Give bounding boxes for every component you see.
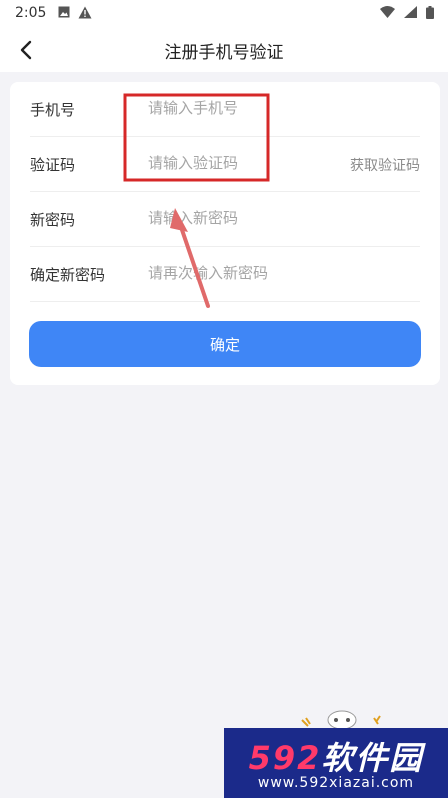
- watermark-url: www.592xiazai.com: [257, 775, 415, 791]
- mascot-icon: [301, 710, 381, 730]
- get-code-button[interactable]: 获取验证码: [350, 155, 420, 175]
- battery-icon: [426, 6, 434, 19]
- status-icons-left: [58, 6, 92, 19]
- code-input[interactable]: [148, 149, 328, 177]
- confirm-password-input[interactable]: [148, 259, 328, 287]
- photo-icon: [58, 6, 70, 18]
- code-label: 验证码: [30, 156, 76, 174]
- nav-bar: 注册手机号验证: [0, 28, 448, 72]
- wifi-icon: [380, 6, 395, 18]
- watermark-logo: 592软件园 www.592xiazai.com: [224, 728, 448, 798]
- new-password-input[interactable]: [148, 204, 328, 232]
- code-row: 验证码 获取验证码: [30, 137, 420, 192]
- status-icons-right: [380, 6, 434, 19]
- watermark-brand-number: 592: [248, 739, 322, 777]
- form-card: 手机号 验证码 获取验证码 新密码 确定新密码 确定: [10, 82, 440, 385]
- watermark-brand: 592软件园: [224, 733, 448, 779]
- warning-icon: [78, 6, 92, 19]
- phone-input[interactable]: [148, 94, 328, 122]
- phone-label: 手机号: [30, 101, 76, 119]
- new-password-row: 新密码: [30, 192, 420, 247]
- status-time: 2:05: [15, 5, 47, 21]
- signal-icon: [404, 6, 417, 18]
- confirm-password-label: 确定新密码: [30, 266, 106, 284]
- confirm-password-row: 确定新密码: [30, 247, 420, 302]
- confirm-button[interactable]: 确定: [29, 321, 421, 367]
- watermark-brand-text: 软件园: [321, 739, 424, 777]
- status-bar: 2:05: [0, 0, 448, 28]
- new-password-label: 新密码: [30, 211, 76, 229]
- phone-row: 手机号: [30, 82, 420, 137]
- page-title: 注册手机号验证: [164, 43, 284, 63]
